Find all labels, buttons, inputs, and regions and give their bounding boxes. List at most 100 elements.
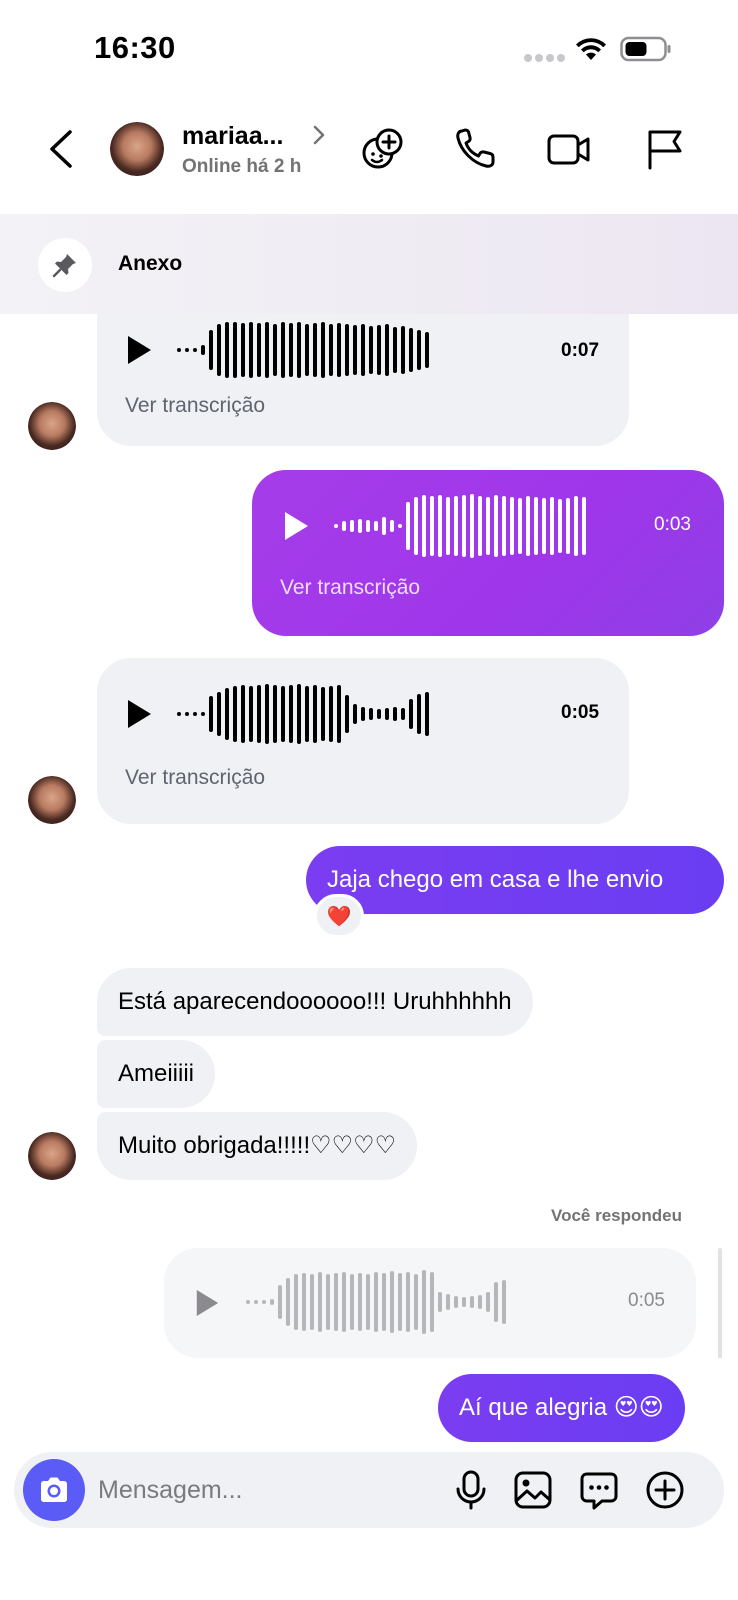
waveform-bar bbox=[377, 325, 381, 375]
waveform-bar bbox=[241, 323, 245, 377]
waveform-bar bbox=[494, 1282, 498, 1322]
voice-duration: 0:03 bbox=[654, 514, 691, 535]
waveform-bar bbox=[510, 497, 514, 555]
text-message-incoming[interactable]: Está aparecendoooooo!!! Uruhhhhhh bbox=[97, 968, 533, 1036]
waveform-bar bbox=[366, 520, 370, 532]
waveform-bar bbox=[193, 348, 197, 352]
waveform-bar bbox=[385, 708, 389, 720]
view-transcript-link[interactable]: Ver transcrição bbox=[280, 576, 420, 600]
waveform-bar bbox=[249, 322, 253, 378]
waveform-bar bbox=[209, 330, 213, 370]
waveform-bar bbox=[342, 521, 346, 531]
waveform-bar bbox=[401, 326, 405, 374]
waveform-bar bbox=[326, 1274, 330, 1330]
waveform-bar bbox=[550, 497, 554, 555]
chevron-right-icon[interactable] bbox=[312, 124, 326, 146]
heart-reaction[interactable]: ❤️ bbox=[314, 894, 364, 938]
message-list[interactable]: 0:07 Ver transcrição 0:03 Ver transcriçã… bbox=[0, 314, 738, 1452]
waveform-bar bbox=[358, 1273, 362, 1331]
waveform-bar bbox=[329, 324, 333, 376]
play-icon[interactable] bbox=[125, 698, 153, 730]
waveform-bar bbox=[494, 495, 498, 557]
waveform-bar bbox=[273, 324, 277, 376]
wifi-icon bbox=[576, 38, 606, 60]
waveform-bar bbox=[454, 1296, 458, 1308]
waveform-bar bbox=[478, 496, 482, 556]
waveform-bar bbox=[233, 322, 237, 378]
play-icon[interactable] bbox=[194, 1288, 220, 1318]
waveform-bar bbox=[393, 327, 397, 373]
waveform-bar bbox=[409, 699, 413, 729]
camera-button[interactable] bbox=[23, 1459, 85, 1521]
voice-message-outgoing[interactable]: 0:03 Ver transcrição bbox=[252, 470, 724, 636]
waveform-bar bbox=[382, 1273, 386, 1331]
waveform-bar bbox=[345, 695, 349, 733]
waveform[interactable] bbox=[246, 1270, 506, 1334]
play-icon[interactable] bbox=[125, 334, 153, 366]
waveform-bar bbox=[289, 323, 293, 377]
add-circle-icon[interactable] bbox=[644, 1469, 686, 1511]
waveform-bar bbox=[374, 521, 378, 531]
waveform-bar bbox=[566, 498, 570, 554]
waveform[interactable] bbox=[177, 684, 429, 744]
back-arrow-icon[interactable] bbox=[42, 126, 82, 172]
contact-status: Online há 2 h bbox=[182, 156, 302, 177]
waveform-bar bbox=[462, 495, 466, 557]
text-message-outgoing[interactable]: Aí que alegria 😍😍 bbox=[438, 1374, 685, 1442]
waveform-bar bbox=[398, 524, 402, 528]
waveform-bar bbox=[353, 704, 357, 724]
contact-avatar[interactable] bbox=[28, 776, 76, 824]
text-message-incoming[interactable]: Muito obrigada!!!!!♡♡♡♡ bbox=[97, 1112, 418, 1180]
message-input[interactable] bbox=[98, 1470, 438, 1510]
waveform-bar bbox=[353, 325, 357, 375]
waveform-bar bbox=[414, 1274, 418, 1330]
waveform-bar bbox=[297, 322, 301, 378]
voice-message-incoming[interactable]: 0:05 Ver transcrição bbox=[97, 658, 629, 824]
waveform[interactable] bbox=[334, 494, 586, 558]
waveform-bar bbox=[345, 324, 349, 376]
gallery-icon[interactable] bbox=[512, 1469, 554, 1511]
waveform-bar bbox=[281, 322, 285, 378]
waveform-bar bbox=[534, 497, 538, 555]
waveform-bar bbox=[209, 696, 213, 732]
contact-avatar[interactable] bbox=[110, 122, 164, 176]
contact-avatar[interactable] bbox=[28, 1132, 76, 1180]
waveform-bar bbox=[265, 322, 269, 378]
text-message-outgoing[interactable]: Jaja chego em casa e lhe envio bbox=[306, 846, 724, 914]
contact-name[interactable]: mariaa... bbox=[182, 122, 283, 151]
waveform-bar bbox=[401, 708, 405, 720]
quoted-voice-message[interactable]: 0:05 bbox=[164, 1248, 696, 1358]
video-call-icon[interactable] bbox=[546, 126, 592, 172]
waveform-bar bbox=[430, 496, 434, 556]
pinned-message-bar[interactable]: Anexo bbox=[0, 214, 738, 314]
text-message-incoming[interactable]: Ameiiiii bbox=[97, 1040, 216, 1108]
sticker-chat-icon[interactable] bbox=[578, 1469, 620, 1511]
waveform-bar bbox=[270, 1299, 274, 1305]
waveform-bar bbox=[385, 324, 389, 376]
add-effect-icon[interactable] bbox=[360, 126, 406, 172]
phone-icon[interactable] bbox=[452, 126, 498, 172]
waveform-bar bbox=[393, 707, 397, 721]
waveform-bar bbox=[225, 322, 229, 378]
waveform-bar bbox=[446, 1294, 450, 1310]
waveform-bar bbox=[201, 712, 205, 716]
contact-avatar[interactable] bbox=[28, 402, 76, 450]
waveform-bar bbox=[409, 328, 413, 372]
waveform-bar bbox=[558, 499, 562, 553]
waveform-bar bbox=[177, 712, 181, 716]
waveform-bar bbox=[470, 494, 474, 558]
waveform-bar bbox=[201, 345, 205, 355]
view-transcript-link[interactable]: Ver transcrição bbox=[125, 394, 265, 418]
play-icon[interactable] bbox=[282, 510, 310, 542]
cellular-signal-icon bbox=[524, 54, 565, 62]
waveform-bar bbox=[582, 497, 586, 555]
waveform-bar bbox=[321, 687, 325, 741]
microphone-icon[interactable] bbox=[450, 1469, 492, 1511]
waveform[interactable] bbox=[177, 320, 429, 380]
waveform-bar bbox=[417, 694, 421, 734]
waveform-bar bbox=[398, 1273, 402, 1331]
waveform-bar bbox=[438, 1292, 442, 1312]
flag-icon[interactable] bbox=[642, 126, 688, 172]
voice-message-incoming[interactable]: 0:07 Ver transcrição bbox=[97, 314, 629, 446]
view-transcript-link[interactable]: Ver transcrição bbox=[125, 766, 265, 790]
